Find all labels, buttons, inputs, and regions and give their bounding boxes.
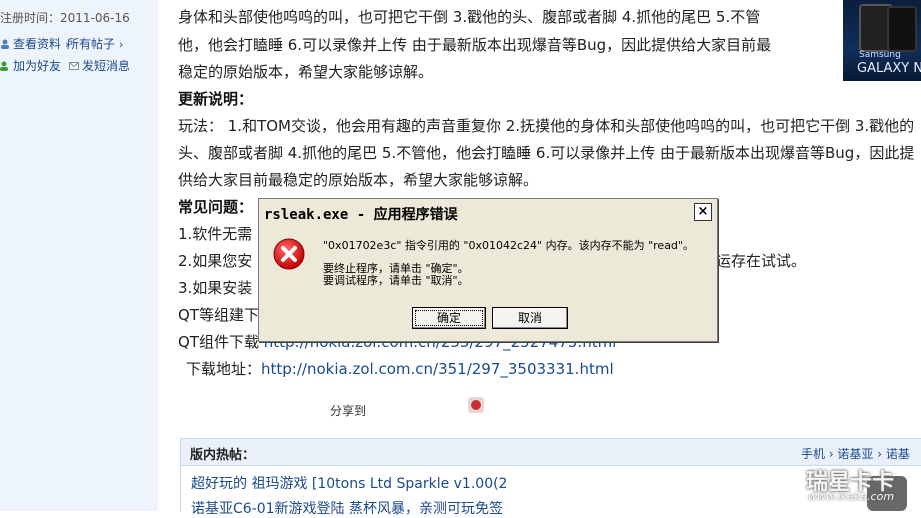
download-label: 下载地址： [186,360,262,378]
rising-watermark: 瑞星卡卡 www.ikaka.com [790,462,921,511]
faq-heading: 常见问题： [178,198,254,216]
send-message-link[interactable]: 发短消息 [69,57,130,74]
faq-item: 1.软件无需 [178,225,253,243]
ad-brand: Samsung [859,50,901,60]
share-icon[interactable] [468,397,484,413]
download-link[interactable]: http://nokia.zol.com.cn/351/297_3503331.… [261,360,614,378]
breadcrumb[interactable]: 手机 › 诺基亚 › 诺基 [801,445,910,462]
download-row: 下载地址：http://nokia.zol.com.cn/351/297_350… [186,359,614,379]
dialog-title: rsleak.exe - 应用程序错误 [264,207,458,223]
profile-icon [0,38,10,49]
dialog-title-bar[interactable]: rsleak.exe - 应用程序错误 × [259,199,717,226]
add-friend-link[interactable]: 加为好友 [0,57,61,74]
qt-download-label: QT组件下载 [178,333,259,351]
all-posts-link[interactable]: 所有帖子 › [67,35,123,52]
article-text-line: 稳定的原始版本，希望大家能够谅解。 [178,63,434,81]
faq-item: 3.如果安装 [178,279,253,297]
chevron-right-icon: › [119,38,124,51]
hot-post-link[interactable]: 超好玩的 祖玛游戏 [10tons Ltd Sparkle v1.00(2 [191,473,507,493]
share-label: 分享到 [330,404,367,418]
article-text-line: 他，他会打瞌睡 6.可以录像并上传 由于最新版本出现爆音等Bug，因此提供给大家… [178,36,772,54]
watermark-url: www.ikaka.com [808,490,895,503]
qt-download-text: QT等组建下 [178,306,259,324]
update-heading: 更新说明： [178,90,254,108]
error-icon [273,238,305,270]
phone-image [887,6,917,52]
faq-item: 2.如果您安 [178,252,253,270]
hot-post-link[interactable]: 诺基亚C6-01新游戏登陆 蒸杯风暴，亲测可玩免签 [191,498,503,518]
debug-instruction: 要调试程序，请单击 "取消"。 [323,274,469,287]
faq-item-tail: 运存在试试。 [716,252,807,270]
close-button[interactable]: × [694,203,712,221]
article-text-line: 身体和头部使他呜呜的叫，也可把它干倒 3.戳他的头、腹部或者脚 4.抓他的尾巴 … [178,8,761,26]
ok-button[interactable]: 确定 [412,307,486,329]
article-text-line: 玩法： 1.和TOM交谈，他会用有趣的声音重复你 2.抚摸他的身体和头部使他呜呜… [178,117,915,135]
view-profile-link[interactable]: 查看资料 › [0,35,69,52]
add-friend-icon [0,60,10,71]
registration-date: 注册时间：2011-06-16 [0,11,130,25]
envelope-icon [69,60,79,70]
user-sidebar: 注册时间：2011-06-16 查看资料 › 所有帖子 › 加为好友 发短消息 [0,0,158,511]
error-message: "0x01702e3c" 指令引用的 "0x01042c24" 内存。该内存不能… [323,239,694,252]
samsung-galaxy-ad[interactable]: Samsung GALAXY N [843,0,921,81]
hot-posts-title: 版内热帖： [190,448,256,463]
cancel-button[interactable]: 取消 [492,307,568,329]
error-dialog: rsleak.exe - 应用程序错误 × "0x01702e3c" 指令引用的… [258,198,718,342]
article-text-line: 头、腹部或者脚 4.抓他的尾巴 5.不管他，他会打瞌睡 6.可以录像并上传 由于… [178,144,915,162]
ad-model: GALAXY N [857,61,921,76]
article-text-line: 供给大家目前最稳定的原始版本，希望大家能够谅解。 [178,171,539,189]
